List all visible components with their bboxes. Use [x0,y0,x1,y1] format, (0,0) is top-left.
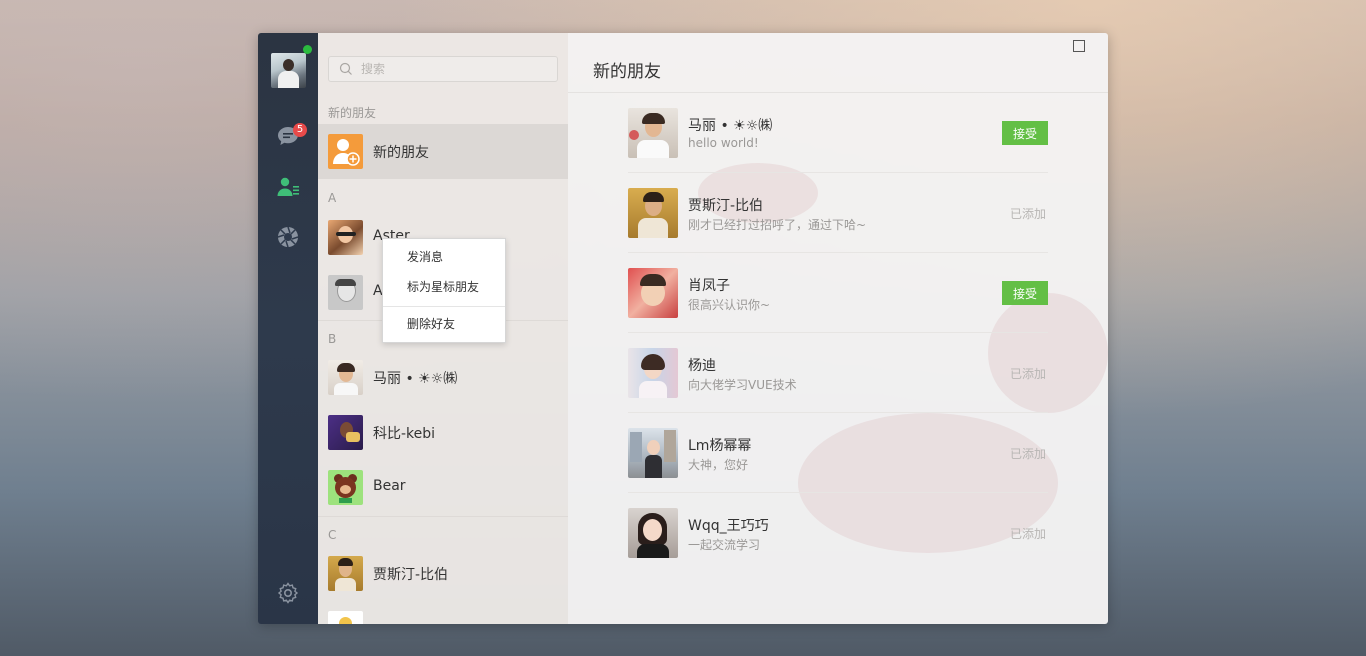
online-status-dot [303,45,312,54]
avatar [328,220,363,255]
avatar [328,275,363,310]
nav-sidebar: 5 [258,33,318,624]
list-item[interactable]: 贾斯汀-比伯 [318,546,568,601]
avatar [328,470,363,505]
avatar [628,508,678,558]
avatar [628,188,678,238]
menu-item-star-friend[interactable]: 标为星标朋友 [383,274,505,300]
maximize-icon[interactable] [1073,40,1085,52]
friend-request-row: Lm杨幂幂 大神，您好 已添加 [628,413,1048,493]
section-header-new: 新的朋友 [328,106,377,120]
list-item-new-friends[interactable]: 新的朋友 [318,124,568,179]
section-header-c: C [328,528,337,542]
friend-request-row: Wqq_王巧巧 一起交流学习 已添加 [628,493,1048,573]
list-item-label: Bear [373,478,406,494]
add-friend-icon [328,134,363,169]
request-name: 马丽 • ☀☼㈱ [688,118,773,134]
added-status: 已添加 [1009,207,1046,221]
avatar [328,611,363,624]
avatar [628,108,678,158]
search-input[interactable] [359,59,553,79]
friend-request-row: 杨迪 向大佬学习VUE技术 已添加 [628,333,1048,413]
list-item-label: 科比-kebi [373,426,436,442]
search-box[interactable] [328,56,558,82]
new-friends-panel: 新的朋友 马丽 • ☀☼㈱ hello world! 接受 贾斯汀-比伯 刚才已… [568,33,1108,624]
added-status: 已添加 [1009,447,1046,461]
request-name: 肖凤子 [688,278,730,294]
unread-badge: 5 [293,123,307,137]
contact-context-menu: 发消息 标为星标朋友 删除好友 [382,238,506,343]
request-message: 大神，您好 [688,458,749,472]
search-icon [339,62,352,75]
list-item-label: 新的朋友 [373,145,429,161]
settings-icon[interactable] [276,581,300,605]
avatar [328,556,363,591]
request-name: 杨迪 [688,358,716,374]
avatar [628,268,678,318]
avatar [628,348,678,398]
moments-icon[interactable] [276,225,300,249]
friend-request-row: 肖凤子 很高兴认识你~ 接受 [628,253,1048,333]
request-name: Lm杨幂幂 [688,438,752,454]
friend-request-row: 马丽 • ☀☼㈱ hello world! 接受 [628,93,1048,173]
list-item[interactable]: 科比-kebi [318,405,568,460]
request-message: 刚才已经打过招呼了，通过下哈~ [688,218,867,232]
added-status: 已添加 [1009,527,1046,541]
list-item-label: 马丽 • ☀☼㈱ [373,371,458,387]
request-message: hello world! [688,136,759,150]
list-item[interactable] [318,601,568,624]
divider [318,516,568,517]
request-name: 贾斯汀-比伯 [688,198,764,214]
menu-divider [383,306,505,307]
section-header-b: B [328,332,337,346]
request-name: Wqq_王巧巧 [688,518,769,534]
accept-button[interactable]: 接受 [1002,121,1048,145]
contacts-icon[interactable] [276,175,300,199]
menu-item-send-message[interactable]: 发消息 [383,244,505,270]
menu-item-delete-friend[interactable]: 删除好友 [383,311,505,337]
accept-button[interactable]: 接受 [1002,281,1048,305]
avatar [328,360,363,395]
added-status: 已添加 [1009,367,1046,381]
list-item[interactable]: 马丽 • ☀☼㈱ [318,350,568,405]
section-header-a: A [328,191,337,205]
request-message: 一起交流学习 [688,538,761,552]
request-message: 很高兴认识你~ [688,298,771,312]
list-item[interactable]: Bear [318,460,568,515]
avatar [628,428,678,478]
request-message: 向大佬学习VUE技术 [688,378,797,392]
friend-request-row: 贾斯汀-比伯 刚才已经打过招呼了，通过下哈~ 已添加 [628,173,1048,253]
list-item-label: 贾斯汀-比伯 [373,567,449,583]
my-avatar[interactable] [271,53,306,88]
page-title: 新的朋友 [593,62,661,82]
avatar [328,415,363,450]
